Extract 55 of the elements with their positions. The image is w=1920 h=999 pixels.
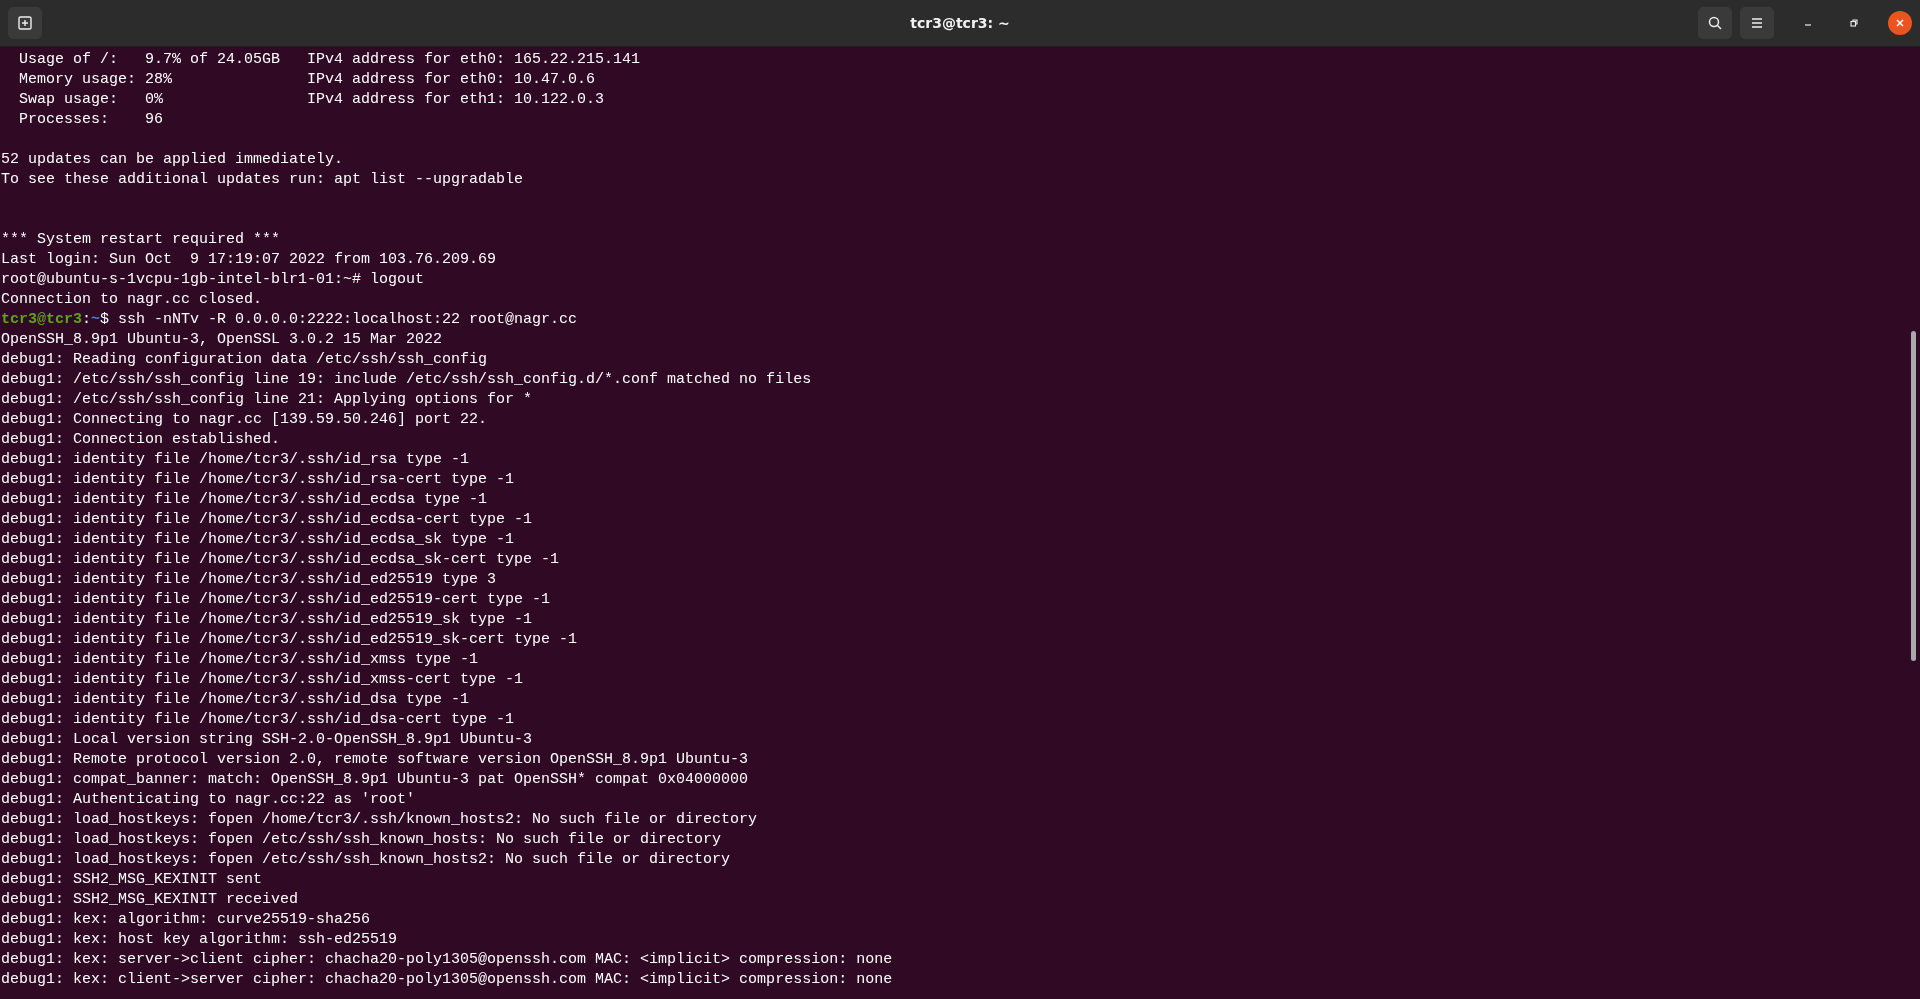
plus-icon <box>17 15 33 31</box>
terminal-line: debug1: identity file /home/tcr3/.ssh/id_dsa type -1 <box>1 690 470 710</box>
terminal-line: debug1: identity file /home/tcr3/.ssh/id_dsa-cert type -1 <box>1 710 515 730</box>
terminal-line: debug1: SSH2_MSG_KEXINIT received <box>1 890 299 910</box>
terminal-line: Connection to nagr.cc closed. <box>1 290 263 310</box>
menu-button[interactable] <box>1740 7 1774 39</box>
terminal-line: debug1: kex: server->client cipher: chacha20-poly1305@openssh.com MAC: <implicit> compression: none <box>1 950 893 970</box>
terminal-line: debug1: identity file /home/tcr3/.ssh/id_ecdsa-cert type -1 <box>1 510 533 530</box>
terminal-line: Memory usage: 28% IPv4 address for eth0: 10.47.0.6 <box>18 70 596 90</box>
terminal-line: debug1: load_hostkeys: fopen /etc/ssh/ssh_known_hosts: No such file or directory <box>1 830 722 850</box>
terminal-line: debug1: compat_banner: match: OpenSSH_8.9p1 Ubuntu-3 pat OpenSSH* compat 0x04000000 <box>1 770 749 790</box>
command-line: tcr3@tcr3:~$ ssh -nNTv -R 0.0.0.0:2222:localhost:22 root@nagr.cc <box>1 310 578 330</box>
close-icon <box>1895 18 1905 28</box>
terminal-line: debug1: Reading configuration data /etc/ssh/ssh_config <box>1 350 488 370</box>
terminal-line: debug1: load_hostkeys: fopen /home/tcr3/.ssh/known_hosts2: No such file or directory <box>1 810 758 830</box>
new-tab-button[interactable] <box>8 7 42 39</box>
terminal-line: Swap usage: 0% IPv4 address for eth1: 10.122.0.3 <box>18 90 605 110</box>
terminal-line: Last login: Sun Oct 9 17:19:07 2022 from 103.76.209.69 <box>1 250 497 270</box>
terminal-line: debug1: identity file /home/tcr3/.ssh/id_ed25519 type 3 <box>1 570 497 590</box>
terminal-line: root@ubuntu-s-1vcpu-1gb-intel-blr1-01:~# logout <box>1 270 425 290</box>
scrollbar-thumb[interactable] <box>1911 331 1916 661</box>
menu-icon <box>1750 17 1764 29</box>
terminal-line: debug1: /etc/ssh/ssh_config line 19: include /etc/ssh/ssh_config.d/*.conf matched no files <box>1 370 812 390</box>
terminal-line: debug1: Connecting to nagr.cc [139.59.50.246] port 22. <box>1 410 488 430</box>
terminal-line: To see these additional updates run: apt list --upgradable <box>1 170 524 190</box>
terminal-line: *** System restart required *** <box>1 230 281 250</box>
terminal-line: Processes: 96 <box>18 110 164 130</box>
terminal-line: debug1: kex: client->server cipher: chacha20-poly1305@openssh.com MAC: <implicit> compression: none <box>1 970 893 990</box>
terminal-line: OpenSSH_8.9p1 Ubuntu-3, OpenSSL 3.0.2 15 Mar 2022 <box>1 330 443 350</box>
terminal-line: debug1: SSH2_MSG_KEXINIT sent <box>1 870 263 890</box>
terminal-line: debug1: identity file /home/tcr3/.ssh/id_ecdsa_sk type -1 <box>1 530 515 550</box>
terminal-line: debug1: load_hostkeys: fopen /etc/ssh/ssh_known_hosts2: No such file or directory <box>1 850 731 870</box>
terminal-line: debug1: identity file /home/tcr3/.ssh/id_ed25519_sk type -1 <box>1 610 533 630</box>
terminal-line: Usage of /: 9.7% of 24.05GB IPv4 address for eth0: 165.22.215.141 <box>18 50 641 70</box>
terminal-line: debug1: identity file /home/tcr3/.ssh/id_ecdsa type -1 <box>1 490 488 510</box>
terminal-line: debug1: identity file /home/tcr3/.ssh/id_xmss-cert type -1 <box>1 670 524 690</box>
terminal-line: debug1: Local version string SSH-2.0-OpenSSH_8.9p1 Ubuntu-3 <box>1 730 533 750</box>
terminal-line: debug1: /etc/ssh/ssh_config line 21: Applying options for * <box>1 390 533 410</box>
terminal-line: debug1: Connection established. <box>1 430 281 450</box>
terminal-line: debug1: kex: algorithm: curve25519-sha256 <box>1 910 371 930</box>
close-button[interactable] <box>1888 11 1912 35</box>
terminal-line: debug1: identity file /home/tcr3/.ssh/id_rsa type -1 <box>1 450 470 470</box>
terminal-line: debug1: identity file /home/tcr3/.ssh/id_ecdsa_sk-cert type -1 <box>1 550 560 570</box>
terminal-line: debug1: Authenticating to nagr.cc:22 as 'root' <box>1 790 416 810</box>
terminal-line: debug1: kex: host key algorithm: ssh-ed25519 <box>1 930 398 950</box>
terminal-line: debug1: Remote protocol version 2.0, remote software version OpenSSH_8.9p1 Ubuntu-3 <box>1 750 749 770</box>
search-button[interactable] <box>1698 7 1732 39</box>
terminal-line: debug1: identity file /home/tcr3/.ssh/id_ed25519_sk-cert type -1 <box>1 630 578 650</box>
terminal-line: 52 updates can be applied immediately. <box>1 150 344 170</box>
terminal-line: debug1: identity file /home/tcr3/.ssh/id_xmss type -1 <box>1 650 479 670</box>
window-title: tcr3@tcr3: ~ <box>910 15 1010 31</box>
terminal-line: debug1: identity file /home/tcr3/.ssh/id_rsa-cert type -1 <box>1 470 515 490</box>
restore-icon <box>1849 18 1859 28</box>
search-icon <box>1707 15 1723 31</box>
terminal-line: debug1: identity file /home/tcr3/.ssh/id_ed25519-cert type -1 <box>1 590 551 610</box>
